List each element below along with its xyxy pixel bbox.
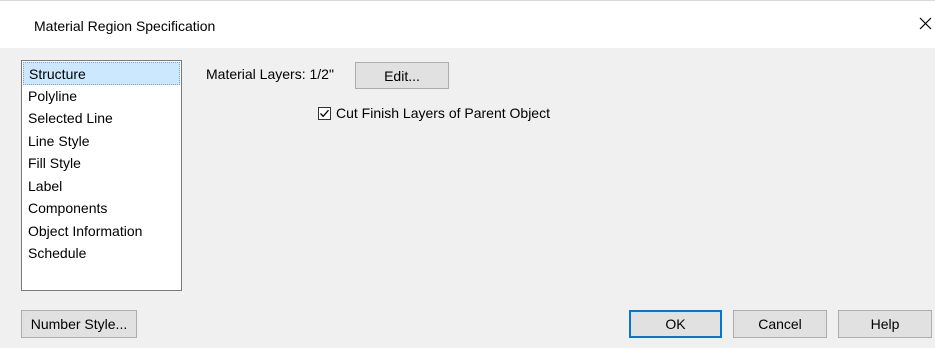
title-bar: Material Region Specification	[0, 1, 935, 48]
cut-finish-layers-option[interactable]: Cut Finish Layers of Parent Object	[318, 105, 550, 121]
material-layers-label: Material Layers:	[206, 66, 306, 82]
material-layers-value: 1/2"	[309, 66, 334, 82]
sidebar-item-label[interactable]: Label	[23, 175, 180, 198]
dialog-title: Material Region Specification	[34, 18, 216, 34]
sidebar-item-schedule[interactable]: Schedule	[23, 242, 180, 265]
number-style-button[interactable]: Number Style...	[21, 310, 137, 338]
sidebar-item-selected-line[interactable]: Selected Line	[23, 107, 180, 130]
checkmark-icon	[320, 109, 329, 117]
cut-finish-layers-checkbox[interactable]	[318, 106, 331, 120]
material-region-dialog: Material Region Specification Structure …	[0, 0, 935, 348]
sidebar-item-fill-style[interactable]: Fill Style	[23, 152, 180, 175]
sidebar-item-object-information[interactable]: Object Information	[23, 220, 180, 243]
edit-button[interactable]: Edit...	[355, 62, 449, 89]
close-button[interactable]	[915, 11, 935, 35]
sidebar-item-components[interactable]: Components	[23, 197, 180, 220]
ok-button[interactable]: OK	[629, 310, 722, 338]
sidebar-item-polyline[interactable]: Polyline	[23, 85, 180, 108]
cut-finish-layers-label: Cut Finish Layers of Parent Object	[336, 105, 550, 121]
close-icon	[919, 17, 931, 29]
material-layers-row: Material Layers: 1/2"	[206, 66, 334, 82]
category-list[interactable]: Structure Polyline Selected Line Line St…	[21, 60, 182, 291]
cancel-button[interactable]: Cancel	[733, 310, 827, 338]
sidebar-item-structure[interactable]: Structure	[23, 62, 180, 85]
sidebar-item-line-style[interactable]: Line Style	[23, 130, 180, 153]
help-button[interactable]: Help	[838, 310, 932, 338]
